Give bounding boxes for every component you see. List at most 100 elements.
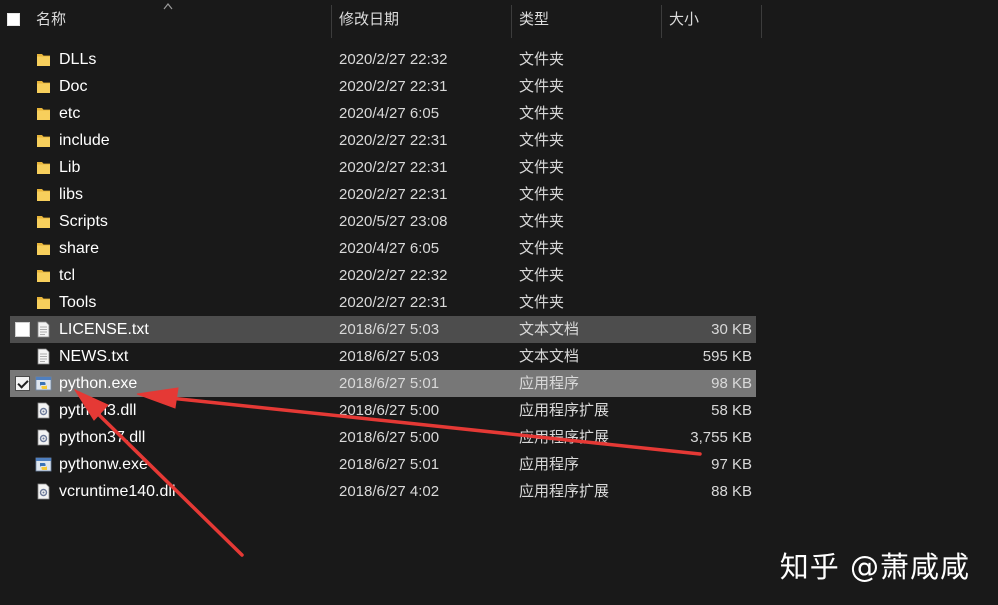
file-name: python37.dll xyxy=(59,429,146,446)
column-divider[interactable] xyxy=(511,5,512,38)
text-file-icon xyxy=(35,348,52,365)
file-modified-date: 2018/6/27 5:00 xyxy=(339,402,440,419)
column-header-size[interactable]: 大小 xyxy=(669,0,699,38)
file-row[interactable]: python3.dll 2018/6/27 5:00 应用程序扩展 58 KB xyxy=(10,397,756,424)
file-modified-date: 2020/4/27 6:05 xyxy=(339,240,440,257)
file-size: 595 KB xyxy=(702,348,752,365)
row-checkbox[interactable] xyxy=(15,322,30,337)
file-row[interactable]: LICENSE.txt 2018/6/27 5:03 文本文档 30 KB xyxy=(10,316,756,343)
file-modified-date: 2020/2/27 22:32 xyxy=(339,267,448,284)
folder-row[interactable]: share 2020/4/27 6:05 文件夹 xyxy=(10,235,756,262)
file-type: 应用程序扩展 xyxy=(519,402,610,419)
file-type: 应用程序 xyxy=(519,456,580,473)
folder-row[interactable]: include 2020/2/27 22:31 文件夹 xyxy=(10,127,756,154)
file-type: 文件夹 xyxy=(519,132,565,149)
column-header-type[interactable]: 类型 xyxy=(519,0,549,38)
file-modified-date: 2020/2/27 22:31 xyxy=(339,186,448,203)
folder-icon xyxy=(35,159,52,176)
sort-ascending-icon xyxy=(163,3,173,10)
file-name: DLLs xyxy=(59,51,97,68)
file-type: 文件夹 xyxy=(519,159,565,176)
folder-icon xyxy=(35,105,52,122)
file-type: 文件夹 xyxy=(519,294,565,311)
file-name: vcruntime140.dll xyxy=(59,483,176,500)
file-name: libs xyxy=(59,186,84,203)
folder-row[interactable]: etc 2020/4/27 6:05 文件夹 xyxy=(10,100,756,127)
column-divider[interactable] xyxy=(661,5,662,38)
file-modified-date: 2020/2/27 22:32 xyxy=(339,51,448,68)
file-type: 应用程序扩展 xyxy=(519,483,610,500)
folder-row[interactable]: libs 2020/2/27 22:31 文件夹 xyxy=(10,181,756,208)
file-type: 文件夹 xyxy=(519,213,565,230)
folder-icon xyxy=(35,267,52,284)
folder-row[interactable]: Doc 2020/2/27 22:31 文件夹 xyxy=(10,73,756,100)
file-type: 文件夹 xyxy=(519,186,565,203)
folder-icon xyxy=(35,51,52,68)
folder-row[interactable]: DLLs 2020/2/27 22:32 文件夹 xyxy=(10,46,756,73)
file-type: 应用程序扩展 xyxy=(519,429,610,446)
file-type: 文本文档 xyxy=(519,348,580,365)
folder-icon xyxy=(35,294,52,311)
text-file-icon xyxy=(35,321,52,338)
file-name: LICENSE.txt xyxy=(59,321,149,338)
dll-file-icon xyxy=(35,429,52,446)
watermark: 知乎 @萧咸咸 xyxy=(779,550,970,584)
file-type: 文件夹 xyxy=(519,78,565,95)
file-name: pythonw.exe xyxy=(59,456,148,473)
file-modified-date: 2020/4/27 6:05 xyxy=(339,105,440,122)
folder-row[interactable]: Tools 2020/2/27 22:31 文件夹 xyxy=(10,289,756,316)
folder-row[interactable]: Lib 2020/2/27 22:31 文件夹 xyxy=(10,154,756,181)
file-modified-date: 2018/6/27 5:01 xyxy=(339,375,440,392)
folder-icon xyxy=(35,186,52,203)
column-divider[interactable] xyxy=(761,5,762,38)
file-name: NEWS.txt xyxy=(59,348,129,365)
file-name: Doc xyxy=(59,78,88,95)
column-divider[interactable] xyxy=(331,5,332,38)
file-name: share xyxy=(59,240,100,257)
folder-icon xyxy=(35,132,52,149)
file-modified-date: 2018/6/27 4:02 xyxy=(339,483,440,500)
file-type: 文件夹 xyxy=(519,105,565,122)
file-modified-date: 2020/2/27 22:31 xyxy=(339,159,448,176)
file-name: python3.dll xyxy=(59,402,137,419)
file-row[interactable]: vcruntime140.dll 2018/6/27 4:02 应用程序扩展 88 K… xyxy=(10,478,756,505)
file-modified-date: 2018/6/27 5:00 xyxy=(339,429,440,446)
file-name: etc xyxy=(59,105,81,122)
select-all-checkbox[interactable] xyxy=(7,13,20,26)
file-size: 88 KB xyxy=(711,483,752,500)
dll-file-icon xyxy=(35,483,52,500)
folder-icon xyxy=(35,240,52,257)
python-exe-icon xyxy=(35,456,52,473)
file-row[interactable]: python37.dll 2018/6/27 5:00 应用程序扩展 3,755 KB xyxy=(10,424,756,451)
folder-row[interactable]: Scripts 2020/5/27 23:08 文件夹 xyxy=(10,208,756,235)
file-type: 文件夹 xyxy=(519,267,565,284)
file-modified-date: 2020/5/27 23:08 xyxy=(339,213,448,230)
file-name: include xyxy=(59,132,110,149)
file-type: 文件夹 xyxy=(519,51,565,68)
python-exe-icon xyxy=(35,375,52,392)
file-name: python.exe xyxy=(59,375,138,392)
file-name: Lib xyxy=(59,159,81,176)
file-type: 应用程序 xyxy=(519,375,580,392)
file-explorer: 名称 修改日期 类型 大小 DLLs 2020/2/27 22:32 文件夹 Doc 2… xyxy=(0,0,998,605)
file-row[interactable]: python.exe 2018/6/27 5:01 应用程序 98 KB xyxy=(10,370,756,397)
file-size: 30 KB xyxy=(711,321,752,338)
file-modified-date: 2018/6/27 5:03 xyxy=(339,321,440,338)
file-modified-date: 2018/6/27 5:03 xyxy=(339,348,440,365)
file-type: 文本文档 xyxy=(519,321,580,338)
file-modified-date: 2020/2/27 22:31 xyxy=(339,132,448,149)
file-row[interactable]: pythonw.exe 2018/6/27 5:01 应用程序 97 KB xyxy=(10,451,756,478)
file-name: Tools xyxy=(59,294,97,311)
file-name: Scripts xyxy=(59,213,108,230)
dll-file-icon xyxy=(35,402,52,419)
file-row[interactable]: NEWS.txt 2018/6/27 5:03 文本文档 595 KB xyxy=(10,343,756,370)
file-size: 3,755 KB xyxy=(690,429,752,446)
column-header-name[interactable]: 名称 xyxy=(36,0,66,38)
column-header-bar: 名称 修改日期 类型 大小 xyxy=(0,0,762,38)
file-modified-date: 2020/2/27 22:31 xyxy=(339,294,448,311)
folder-row[interactable]: tcl 2020/2/27 22:32 文件夹 xyxy=(10,262,756,289)
file-type: 文件夹 xyxy=(519,240,565,257)
row-checkbox[interactable] xyxy=(15,376,30,391)
file-name: tcl xyxy=(59,267,75,284)
column-header-date[interactable]: 修改日期 xyxy=(339,0,399,38)
